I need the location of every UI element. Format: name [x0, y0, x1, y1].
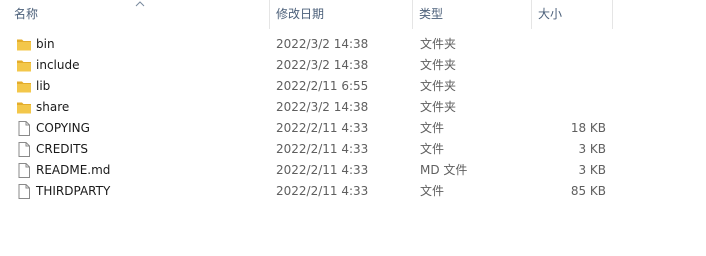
- file-size: 18 KB: [570, 121, 606, 135]
- file-modified-date: 2022/2/11 4:33: [276, 121, 369, 135]
- column-header-type[interactable]: 类型: [413, 0, 531, 29]
- column-header-size[interactable]: 大小: [532, 0, 612, 29]
- file-row[interactable]: CREDITS 2022/2/11 4:33 文件 3 KB: [0, 139, 706, 160]
- file-type: 文件夹: [420, 79, 457, 93]
- file-name: include: [36, 58, 80, 72]
- file-name: share: [36, 100, 70, 114]
- file-name: CREDITS: [36, 142, 89, 156]
- sort-ascending-icon: [135, 1, 145, 7]
- file-type: 文件: [420, 121, 445, 135]
- file-size: [536, 76, 606, 97]
- file-type: MD 文件: [420, 163, 468, 177]
- file-size: [536, 34, 606, 55]
- file-name: bin: [36, 37, 55, 51]
- file-name: THIRDPARTY: [36, 184, 111, 198]
- file-modified-date: 2022/2/11 6:55: [276, 79, 369, 93]
- column-header-name-label: 名称: [14, 7, 39, 21]
- file-modified-date: 2022/2/11 4:33: [276, 163, 369, 177]
- file-row[interactable]: include 2022/3/2 14:38 文件夹: [0, 55, 706, 76]
- file-type: 文件: [420, 142, 445, 156]
- file-icon: [16, 162, 32, 179]
- column-header-type-label: 类型: [419, 7, 444, 21]
- file-size: 3 KB: [578, 163, 606, 177]
- folder-icon: [16, 99, 32, 116]
- file-modified-date: 2022/3/2 14:38: [276, 37, 369, 51]
- column-header-date-label: 修改日期: [276, 7, 325, 21]
- file-row[interactable]: README.md 2022/2/11 4:33 MD 文件 3 KB: [0, 160, 706, 181]
- file-row[interactable]: share 2022/3/2 14:38 文件夹: [0, 97, 706, 118]
- file-modified-date: 2022/2/11 4:33: [276, 142, 369, 156]
- file-type: 文件: [420, 184, 445, 198]
- file-size: 3 KB: [578, 142, 606, 156]
- column-header-date[interactable]: 修改日期: [270, 0, 412, 29]
- file-list: bin 2022/3/2 14:38 文件夹 include 2022/3/2 14:3…: [0, 34, 706, 202]
- folder-icon: [16, 57, 32, 74]
- file-row[interactable]: lib 2022/2/11 6:55 文件夹: [0, 76, 706, 97]
- file-name: COPYING: [36, 121, 90, 135]
- file-icon: [16, 141, 32, 158]
- column-header-size-label: 大小: [538, 7, 563, 21]
- column-header-bar: 名称 修改日期 类型 大小: [0, 0, 706, 29]
- file-name: README.md: [36, 163, 111, 177]
- file-type: 文件夹: [420, 100, 457, 114]
- column-divider[interactable]: [612, 0, 613, 29]
- file-type: 文件夹: [420, 58, 457, 72]
- file-size: [536, 97, 606, 118]
- file-icon: [16, 183, 32, 200]
- file-size: 85 KB: [570, 184, 606, 198]
- file-row[interactable]: bin 2022/3/2 14:38 文件夹: [0, 34, 706, 55]
- file-modified-date: 2022/2/11 4:33: [276, 184, 369, 198]
- file-row[interactable]: COPYING 2022/2/11 4:33 文件 18 KB: [0, 118, 706, 139]
- file-modified-date: 2022/3/2 14:38: [276, 58, 369, 72]
- file-type: 文件夹: [420, 37, 457, 51]
- folder-icon: [16, 36, 32, 53]
- file-name: lib: [36, 79, 51, 93]
- folder-icon: [16, 78, 32, 95]
- file-row[interactable]: THIRDPARTY 2022/2/11 4:33 文件 85 KB: [0, 181, 706, 202]
- file-size: [536, 55, 606, 76]
- file-modified-date: 2022/3/2 14:38: [276, 100, 369, 114]
- file-icon: [16, 120, 32, 137]
